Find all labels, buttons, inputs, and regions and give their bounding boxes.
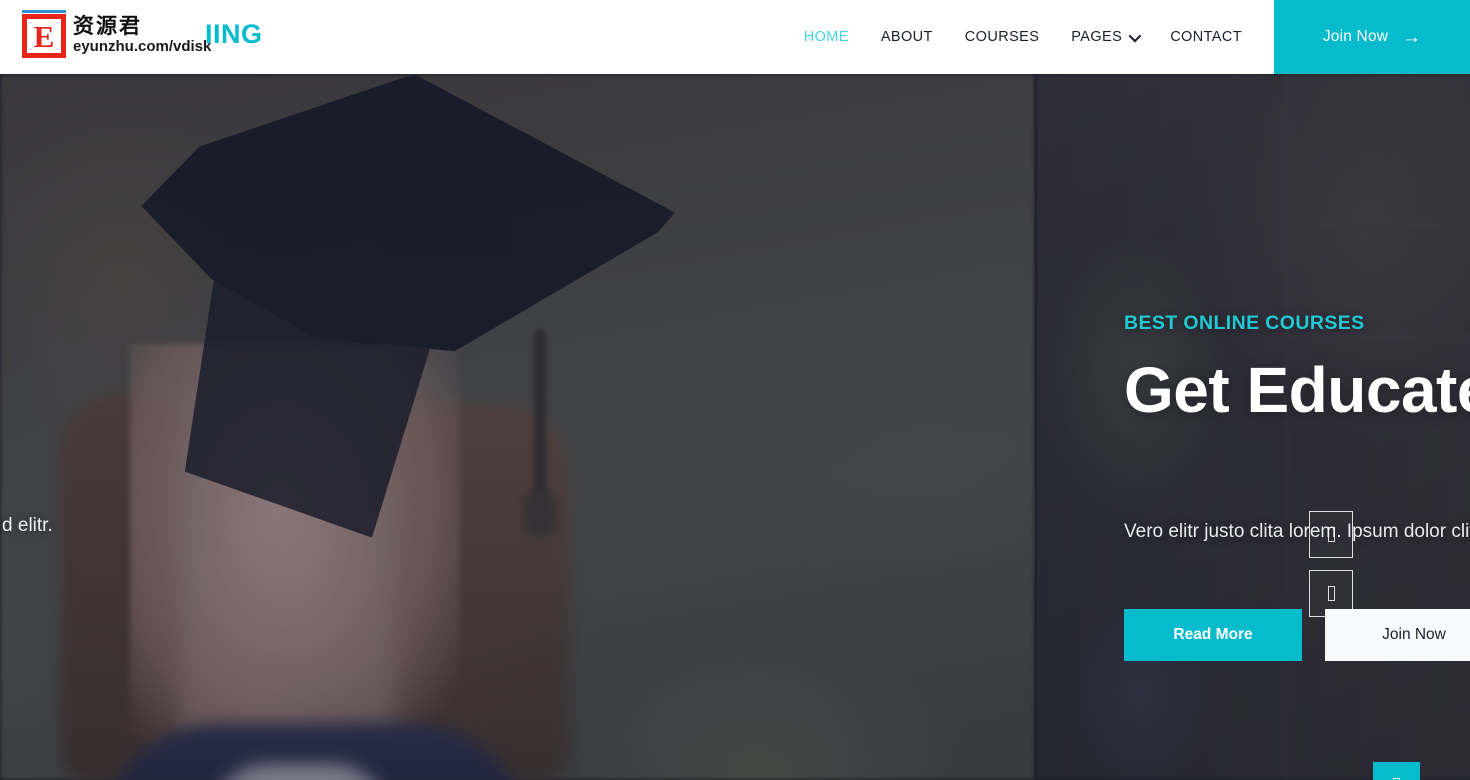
slide-incoming-title: Get Educated Your Home (1124, 354, 1470, 426)
slide-incoming-kicker: BEST ONLINE COURSES (1124, 312, 1365, 334)
carousel-slide-outgoing: nline Learning at sed stet sit diam no. … (0, 74, 1035, 780)
nav-item-contact-label: CONTACT (1170, 29, 1242, 45)
slide-outgoing-title: nline Learning (0, 349, 620, 418)
nav-item-home[interactable]: HOME (788, 29, 865, 45)
hero-carousel: nline Learning at sed stet sit diam no. … (0, 74, 1470, 780)
watermark-url: eyunzhu.com/vdisk (73, 38, 212, 56)
chevron-down-icon (1128, 29, 1142, 42)
nav-item-contact[interactable]: CONTACT (1154, 29, 1258, 45)
back-to-top-button[interactable] (1373, 762, 1420, 780)
slide-outgoing-paragraph: at sed stet sit diam no. Kasd rebum ipsu… (0, 515, 53, 536)
nav-item-about[interactable]: ABOUT (865, 29, 949, 45)
site-header: IING E 资源君 eyunzhu.com/vdisk HOME ABOUT … (0, 0, 1470, 74)
arrow-right-icon: → (1402, 26, 1422, 48)
nav-item-courses-label: COURSES (964, 29, 1040, 45)
watermark-logo: E 资源君 eyunzhu.com/vdisk (22, 10, 211, 58)
watermark-letter: E (33, 18, 55, 54)
carousel-slide-incoming: BEST ONLINE COURSES Get Educated Your Ho… (1035, 74, 1470, 780)
brand-zone: IING E 资源君 eyunzhu.com/vdisk (0, 0, 300, 74)
carousel-next-button[interactable] (1309, 570, 1353, 617)
site-logo-text[interactable]: IING (205, 21, 263, 48)
nav-item-pages[interactable]: PAGES (1055, 29, 1154, 45)
chevron-left-icon (1327, 527, 1335, 542)
watermark-badge: E (22, 10, 66, 58)
slide-outgoing-content: nline Learning at sed stet sit diam no. … (0, 74, 620, 780)
slide-incoming-read-more-button[interactable]: Read More (1124, 609, 1302, 661)
slide-incoming-paragraph: Vero elitr justo clita lorem. Ipsum dolo… (1124, 521, 1470, 542)
slide-incoming-content: BEST ONLINE COURSES Get Educated Your Ho… (1124, 74, 1470, 780)
header-join-now-label: Join Now (1322, 28, 1389, 45)
chevron-right-icon (1327, 586, 1335, 601)
header-join-now-button[interactable]: Join Now → (1274, 0, 1470, 74)
slide-incoming-button-group: Read More Join Now (1124, 609, 1470, 661)
carousel-prev-button[interactable] (1309, 511, 1353, 558)
watermark-chinese-text: 资源君 (73, 14, 142, 38)
main-navigation: HOME ABOUT COURSES PAGES CONTACT (300, 0, 1274, 74)
nav-item-about-label: ABOUT (880, 29, 933, 45)
nav-item-courses[interactable]: COURSES (949, 29, 1056, 45)
nav-item-home-label: HOME (803, 29, 849, 45)
watermark-text-group: 资源君 eyunzhu.com/vdisk (73, 14, 211, 56)
page-root: IING E 资源君 eyunzhu.com/vdisk HOME ABOUT … (0, 0, 1470, 780)
nav-item-pages-label: PAGES (1071, 29, 1123, 45)
